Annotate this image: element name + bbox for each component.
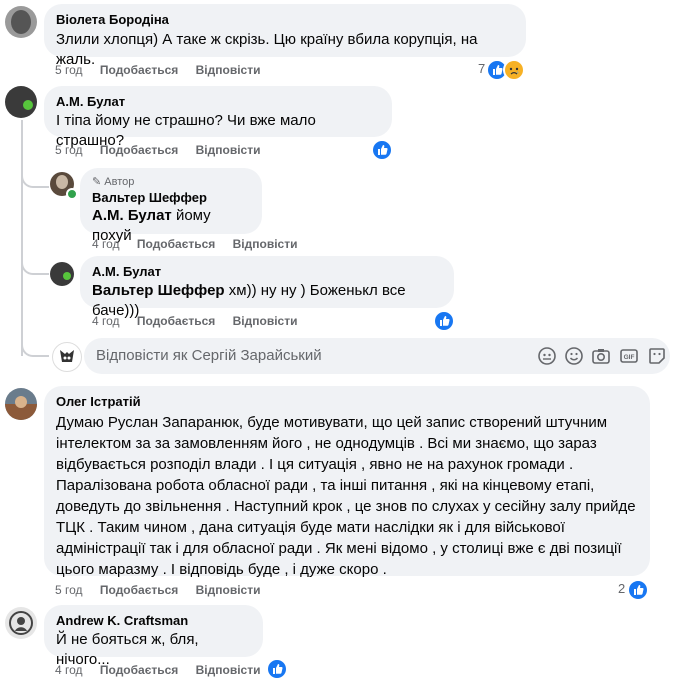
reply-placeholder: Відповісти як Сергій Зарайський	[96, 347, 322, 364]
comment-author[interactable]: А.М. Булат	[92, 264, 442, 279]
like-button[interactable]: Подобається	[100, 143, 178, 157]
gif-icon[interactable]: GIF	[619, 346, 639, 366]
like-button[interactable]: Подобається	[100, 583, 178, 597]
comment-bubble: Andrew K. Craftsman Й не бояться ж, бля,…	[44, 605, 263, 668]
comment-author[interactable]: Олег Істратій	[56, 394, 638, 409]
comment-text: Думаю Руслан Запаранюк, буде мотивувати,…	[56, 414, 636, 578]
avatar[interactable]	[5, 86, 37, 118]
reply-button[interactable]: Відповісти	[196, 583, 261, 597]
mention-link[interactable]: Вальтер Шеффер	[92, 282, 225, 299]
like-icon[interactable]	[371, 139, 393, 161]
comment-time[interactable]: 5 год	[55, 583, 83, 597]
reply-bubble: ✎ Автор Вальтер Шеффер А.М. Булат йому п…	[80, 168, 262, 244]
like-icon[interactable]	[266, 658, 288, 680]
like-button[interactable]: Подобається	[137, 237, 215, 251]
thread-line	[21, 120, 23, 356]
reply-button[interactable]: Відповісти	[196, 663, 261, 677]
avatar[interactable]	[5, 6, 37, 38]
reply-button[interactable]: Відповісти	[196, 143, 261, 157]
comment-actions: 5 год Подобається Відповісти	[55, 143, 274, 157]
reaction-count[interactable]: 2	[618, 581, 625, 596]
like-icon[interactable]	[433, 310, 455, 332]
camera-icon[interactable]	[591, 346, 611, 366]
reply-button[interactable]: Відповісти	[233, 237, 298, 251]
emoji-icon[interactable]	[564, 346, 584, 366]
pencil-icon: ✎	[92, 176, 102, 188]
avatar[interactable]	[5, 388, 37, 420]
comment-author[interactable]: Віолета Бородіна	[56, 12, 514, 27]
comment-author[interactable]: Andrew K. Craftsman	[56, 613, 251, 628]
comment-author[interactable]: Вальтер Шеффер	[92, 190, 250, 205]
sad-icon[interactable]	[503, 59, 525, 81]
reply-button[interactable]: Відповісти	[196, 63, 261, 77]
comment-actions: 5 год Подобається Відповісти	[55, 583, 274, 597]
comment-bubble: А.М. Булат І тіпа йому не страшно? Чи вж…	[44, 86, 392, 149]
comment-time[interactable]: 4 год	[92, 237, 120, 251]
like-button[interactable]: Подобається	[100, 663, 178, 677]
mention-link[interactable]: А.М. Булат	[92, 207, 172, 224]
online-dot	[66, 188, 78, 200]
comment-bubble: Олег Істратій Думаю Руслан Запаранюк, бу…	[44, 386, 650, 578]
comment-time[interactable]: 5 год	[55, 143, 83, 157]
comment-actions: 5 год Подобається Відповісти	[55, 63, 274, 77]
avatar-sticker-icon[interactable]	[537, 346, 557, 366]
svg-text:GIF: GIF	[624, 354, 635, 361]
reply-button[interactable]: Відповісти	[233, 314, 298, 328]
reaction-count[interactable]: 7	[478, 61, 485, 76]
like-button[interactable]: Подобається	[100, 63, 178, 77]
comment-time[interactable]: 4 год	[55, 663, 83, 677]
comment-bubble: Віолета Бородіна Злили хлопця) А таке ж …	[44, 4, 526, 68]
like-button[interactable]: Подобається	[137, 314, 215, 328]
thread-branch	[21, 168, 49, 188]
comment-author[interactable]: А.М. Булат	[56, 94, 380, 109]
comment-actions: 4 год Подобається Відповісти	[92, 314, 311, 328]
sticker-icon[interactable]	[647, 346, 667, 366]
avatar[interactable]	[5, 607, 37, 639]
comment-actions: 4 год Подобається Відповісти	[55, 663, 274, 677]
thread-branch	[21, 337, 49, 357]
avatar-sticker-icon[interactable]	[52, 342, 82, 372]
reply-bubble: А.М. Булат Вальтер Шеффер хм)) ну ну ) Б…	[80, 256, 454, 319]
comment-time[interactable]: 4 год	[92, 314, 120, 328]
comment-time[interactable]: 5 год	[55, 63, 83, 77]
comment-actions: 4 год Подобається Відповісти	[92, 237, 311, 251]
thread-branch	[21, 255, 49, 275]
like-icon[interactable]	[627, 579, 649, 601]
author-badge: ✎ Автор	[92, 176, 135, 188]
avatar[interactable]	[50, 262, 74, 286]
